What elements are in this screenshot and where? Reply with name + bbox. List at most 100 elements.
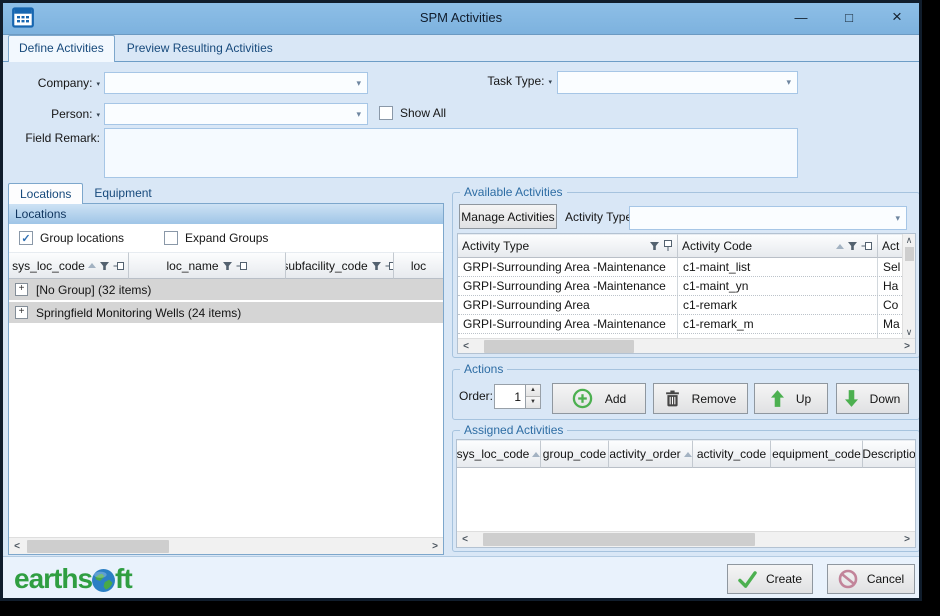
activity-row[interactable]: GRPI-Surrounding Area -Maintenance c1-ma… — [458, 258, 902, 277]
down-button[interactable]: Down — [836, 383, 909, 414]
logo-text-left: earths — [14, 563, 92, 595]
column-header-activity-description[interactable]: Act — [878, 234, 902, 258]
column-label: subfacility_code — [286, 259, 368, 273]
scroll-left-icon[interactable]: < — [458, 341, 474, 352]
available-activities-caption: Available Activities — [460, 185, 567, 199]
tab-preview-resulting-activities[interactable]: Preview Resulting Activities — [115, 36, 285, 61]
filter-funnel-icon[interactable] — [99, 261, 110, 271]
scrollbar-thumb[interactable] — [905, 247, 914, 261]
pin-icon[interactable] — [861, 241, 873, 251]
tab-define-activities[interactable]: Define Activities — [8, 35, 115, 62]
locations-grid-header: sys_loc_code loc_name subfacility_code — [9, 252, 443, 279]
scroll-down-icon[interactable]: ∨ — [906, 326, 913, 338]
chevron-down-icon: ▾ — [356, 109, 367, 120]
create-button[interactable]: Create — [727, 564, 813, 594]
show-all-checkbox[interactable] — [379, 106, 393, 120]
scroll-up-icon[interactable]: ∧ — [906, 234, 913, 246]
add-button-label: Add — [605, 392, 626, 406]
expand-groups-checkbox[interactable] — [164, 231, 178, 245]
create-button-label: Create — [766, 572, 802, 586]
column-label: equipment_code — [772, 447, 861, 461]
activity-type-select[interactable]: ▾ — [629, 206, 907, 230]
scrollbar-thumb[interactable] — [27, 540, 169, 553]
cancel-button[interactable]: Cancel — [827, 564, 915, 594]
filter-funnel-icon[interactable] — [847, 241, 858, 251]
assigned-grid-header: sys_loc_code group_code activity_order a… — [457, 440, 915, 468]
minimize-button[interactable]: — — [788, 10, 814, 25]
column-header-activity-code[interactable]: Activity Code — [678, 234, 878, 258]
column-header-activity-type[interactable]: Activity Type — [458, 234, 678, 258]
order-stepper[interactable]: 1 ▲ ▼ — [494, 384, 541, 409]
column-header-equipment-code[interactable]: equipment_code — [771, 440, 863, 468]
scroll-right-icon[interactable]: > — [427, 541, 443, 552]
assigned-horizontal-scrollbar[interactable]: < > — [457, 531, 915, 547]
pin-icon[interactable] — [663, 240, 673, 252]
company-select[interactable]: ▾ — [104, 72, 368, 94]
column-header-activity-order[interactable]: activity_order — [609, 440, 693, 468]
spin-down-icon[interactable]: ▼ — [526, 397, 540, 408]
group-row-no-group[interactable]: + [No Group] (32 items) — [9, 279, 443, 302]
maximize-button[interactable]: □ — [836, 10, 862, 25]
add-button[interactable]: Add — [552, 383, 646, 414]
filter-funnel-icon[interactable] — [371, 261, 382, 271]
column-header-sys-loc-code[interactable]: sys_loc_code — [457, 440, 541, 468]
chevron-down-icon[interactable]: ▾ — [548, 77, 552, 86]
scroll-left-icon[interactable]: < — [457, 534, 473, 545]
manage-activities-button[interactable]: Manage Activities — [459, 204, 557, 229]
column-header-subfacility-code[interactable]: subfacility_code — [286, 252, 394, 279]
activity-row[interactable]: GRPI-Surrounding Area -Maintenance c1-re… — [458, 315, 902, 334]
person-select[interactable]: ▾ — [104, 103, 368, 125]
activity-code-cell: c1-remark — [678, 296, 878, 314]
column-header-group-code[interactable]: group_code — [541, 440, 609, 468]
scroll-right-icon[interactable]: > — [899, 341, 915, 352]
expand-plus-icon[interactable]: + — [15, 283, 28, 296]
chevron-down-icon[interactable]: ▾ — [96, 79, 100, 88]
title-bar[interactable]: SPM Activities — □ × — [0, 0, 922, 35]
available-horizontal-scrollbar[interactable]: < > — [458, 338, 915, 353]
scroll-left-icon[interactable]: < — [9, 541, 25, 552]
pin-icon[interactable] — [385, 261, 394, 271]
spin-up-icon[interactable]: ▲ — [526, 385, 540, 397]
group-row-label: [No Group] (32 items) — [36, 283, 151, 297]
column-header-loc[interactable]: loc — [394, 252, 443, 279]
activity-row[interactable]: GRPI-Surrounding Area c1-remark Co — [458, 296, 902, 315]
column-header-loc-name[interactable]: loc_name — [129, 252, 286, 279]
close-button[interactable]: × — [884, 7, 910, 27]
column-header-description[interactable]: Descriptio — [863, 440, 915, 468]
trash-icon — [665, 390, 680, 407]
available-vertical-scrollbar[interactable]: ∧ ∨ — [902, 234, 915, 338]
filter-funnel-icon[interactable] — [649, 241, 660, 251]
scrollbar-thumb[interactable] — [483, 533, 755, 546]
locations-horizontal-scrollbar[interactable]: < > — [9, 537, 443, 554]
earthsoft-logo: earths ft — [14, 563, 132, 595]
scroll-right-icon[interactable]: > — [899, 534, 915, 545]
task-type-label-text: Task Type: — [487, 74, 544, 88]
group-locations-checkbox[interactable]: ✓ — [19, 231, 33, 245]
column-header-activity-code[interactable]: activity_code — [693, 440, 771, 468]
remove-button-label: Remove — [692, 392, 737, 406]
pin-icon[interactable] — [113, 261, 125, 271]
up-button[interactable]: Up — [754, 383, 828, 414]
task-type-select[interactable]: ▾ — [557, 71, 798, 94]
chevron-down-icon: ▾ — [356, 78, 367, 89]
filter-funnel-icon[interactable] — [222, 261, 233, 271]
pin-icon[interactable] — [236, 261, 248, 271]
footer-bar: earths ft Create Cancel — [0, 556, 922, 601]
activity-code-cell: c1-maint_yn — [678, 277, 878, 295]
cancel-button-label: Cancel — [867, 572, 904, 586]
tab-equipment[interactable]: Equipment — [83, 183, 162, 204]
expand-plus-icon[interactable]: + — [15, 306, 28, 319]
activity-desc-cell: Sel — [878, 258, 902, 276]
locations-options-row: ✓ Group locations Expand Groups — [9, 224, 443, 252]
chevron-down-icon[interactable]: ▾ — [96, 110, 100, 119]
remove-button[interactable]: Remove — [653, 383, 748, 414]
scrollbar-thumb[interactable] — [484, 340, 634, 353]
activity-row[interactable]: GRPI-Surrounding Area -Maintenance c1-ma… — [458, 277, 902, 296]
tab-locations[interactable]: Locations — [8, 183, 83, 204]
screen: SPM Activities — □ × Define Activities P… — [0, 0, 940, 616]
field-remark-input[interactable] — [104, 128, 798, 178]
column-label: Descriptio — [863, 447, 915, 461]
column-label: sys_loc_code — [457, 447, 529, 461]
column-header-sys-loc-code[interactable]: sys_loc_code — [9, 252, 129, 279]
group-row-springfield[interactable]: + Springfield Monitoring Wells (24 items… — [9, 302, 443, 325]
